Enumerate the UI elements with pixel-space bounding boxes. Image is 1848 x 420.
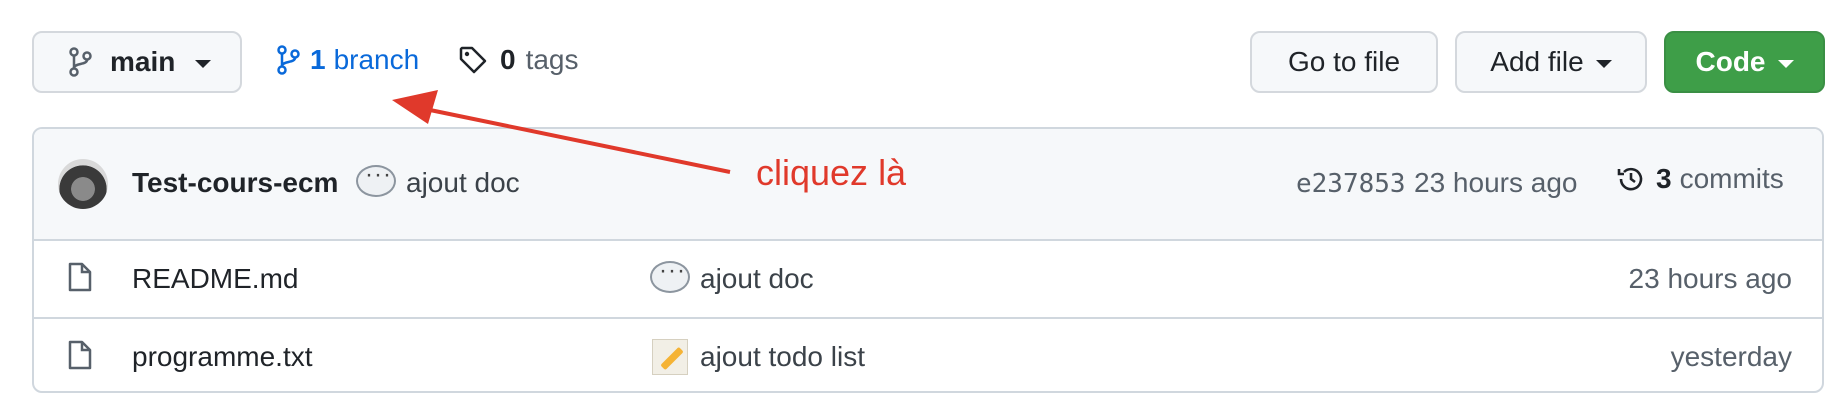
chevron-down-icon (1777, 60, 1794, 68)
speech-bubble-icon (356, 161, 396, 197)
tag-icon (459, 46, 487, 74)
file-row: README.md ajout doc 23 hours ago (34, 241, 1822, 319)
file-name[interactable]: programme.txt (132, 341, 313, 373)
commit-author[interactable]: Test-cours-ecm (132, 167, 338, 199)
chevron-down-icon (195, 60, 212, 68)
file-commit-message[interactable]: ajout todo list (700, 341, 865, 373)
file-row: programme.txt ajout todo list yesterday (34, 319, 1822, 391)
commit-label: commits (1679, 163, 1784, 194)
go-to-file-label: Go to file (1287, 46, 1401, 77)
speech-bubble-icon (650, 257, 690, 293)
branch-label: branch (333, 44, 420, 75)
annotation-text: cliquez là (756, 152, 907, 193)
tag-count: 0 (500, 44, 516, 75)
add-file-label: Add file (1490, 46, 1584, 77)
code-button[interactable]: Code (1664, 31, 1825, 93)
history-icon (1617, 167, 1643, 191)
branches-link[interactable]: 1 branch (276, 44, 419, 76)
branch-select-button[interactable]: main (32, 31, 242, 93)
commits-link[interactable]: 3 commits (1616, 163, 1784, 195)
branch-select-label: main (110, 46, 176, 77)
commit-count: 3 (1656, 163, 1672, 194)
file-commit-time: 23 hours ago (1628, 263, 1792, 294)
tag-label: tags (525, 44, 579, 75)
avatar[interactable] (58, 159, 108, 209)
file-list: Test-cours-ecm ajout doc e237853 23 hour… (32, 127, 1824, 393)
git-branch-icon (277, 45, 300, 75)
commit-time: 23 hours ago (1414, 167, 1578, 198)
memo-pencil-icon (652, 339, 688, 375)
latest-commit-row: Test-cours-ecm ajout doc e237853 23 hour… (34, 129, 1822, 241)
commit-sha[interactable]: e237853 (1296, 169, 1406, 199)
commit-message[interactable]: ajout doc (406, 167, 520, 199)
file-commit-time: yesterday (1670, 341, 1792, 372)
tags-link[interactable]: 0 tags (458, 44, 579, 76)
code-label: Code (1695, 46, 1766, 77)
git-branch-icon (69, 47, 92, 77)
file-icon (68, 340, 92, 370)
file-commit-message[interactable]: ajout doc (700, 263, 814, 295)
file-name[interactable]: README.md (132, 263, 298, 295)
add-file-button[interactable]: Add file (1455, 31, 1647, 93)
go-to-file-button[interactable]: Go to file (1250, 31, 1438, 93)
file-icon (68, 262, 92, 292)
chevron-down-icon (1595, 60, 1612, 68)
branch-count: 1 (310, 44, 326, 75)
